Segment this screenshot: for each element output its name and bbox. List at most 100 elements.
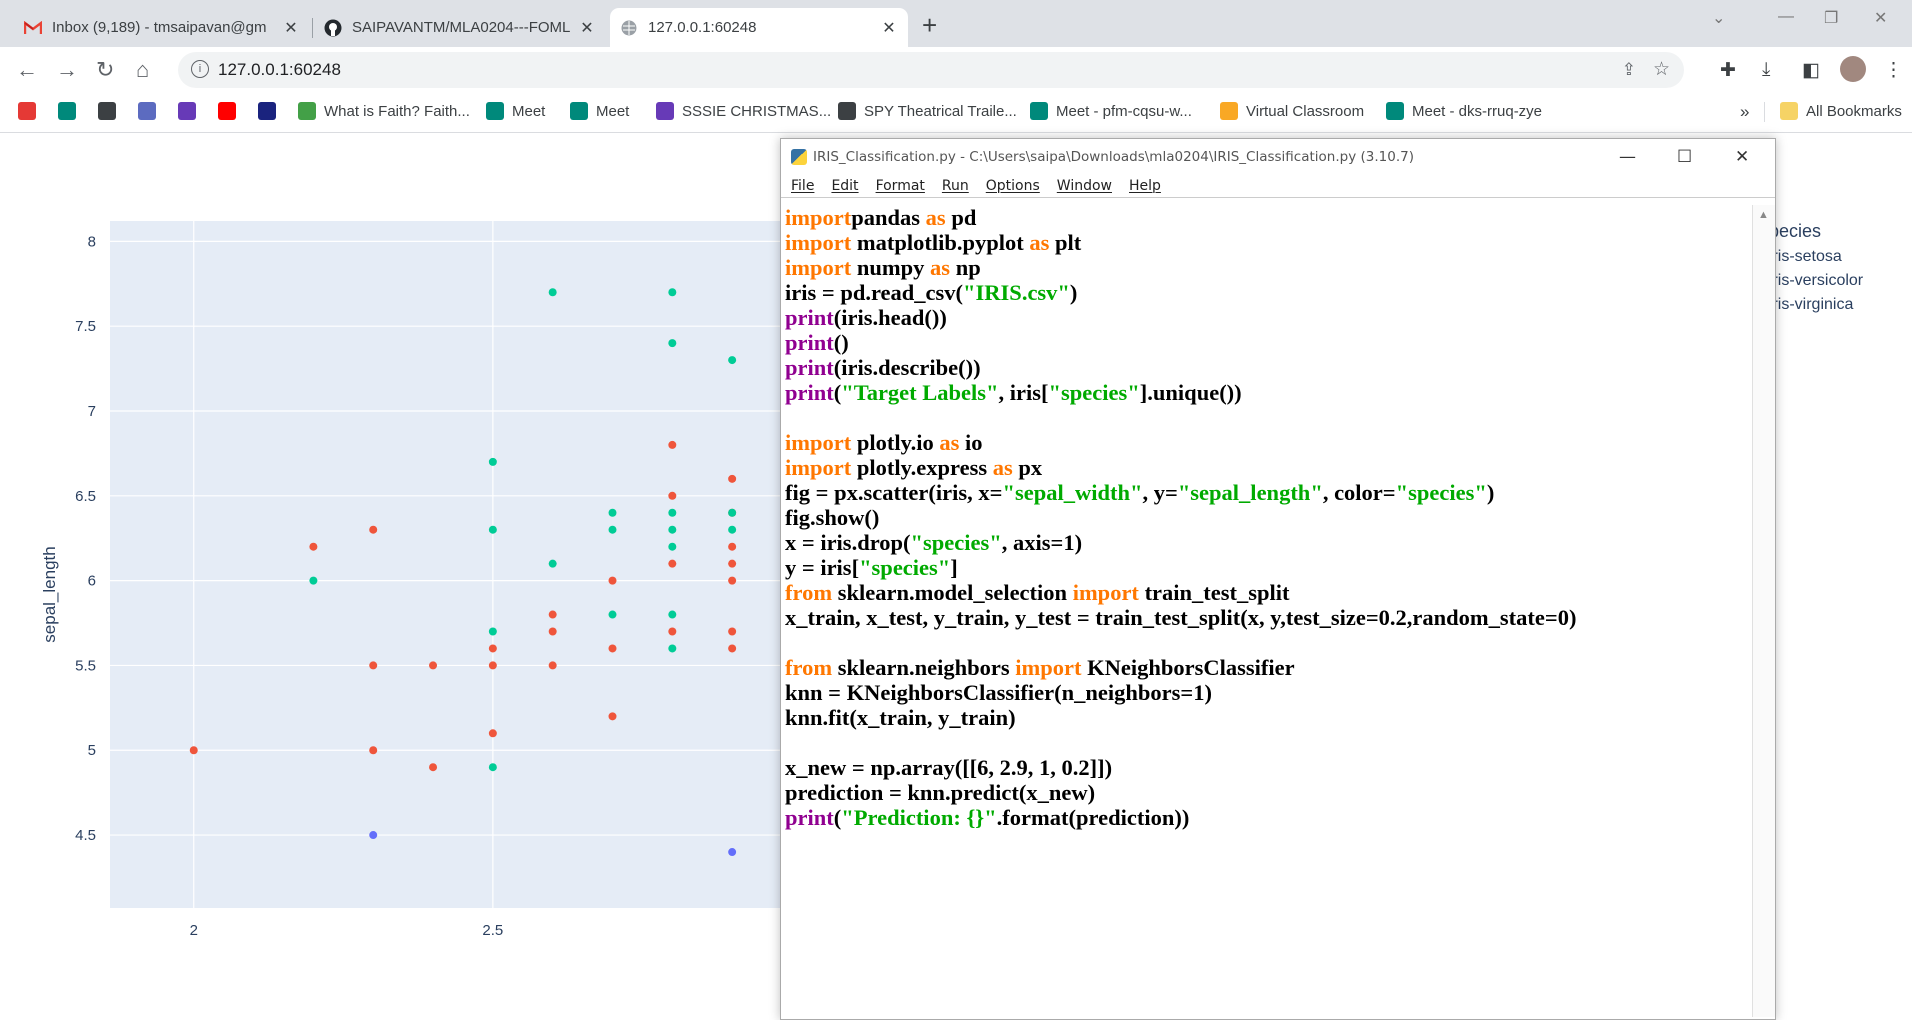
data-point[interactable] [488, 729, 497, 738]
data-point[interactable] [668, 644, 677, 653]
tab-gmail[interactable]: Inbox (9,189) - tmsaipavan@gm ✕ [14, 8, 310, 47]
menu-icon[interactable]: ⋮ [1884, 59, 1903, 82]
close-window-icon[interactable]: ✕ [1874, 8, 1887, 28]
data-point[interactable] [369, 831, 378, 840]
bookmark-item[interactable]: Meet [486, 102, 545, 120]
data-point[interactable] [668, 525, 677, 534]
forward-icon[interactable]: → [56, 57, 78, 83]
legend-item[interactable]: Iris-virginica [1768, 296, 1863, 314]
home-icon[interactable]: ⌂ [136, 57, 149, 83]
menu-help[interactable]: Help [1129, 178, 1161, 194]
menu-options[interactable]: Options [986, 178, 1040, 194]
menu-run[interactable]: Run [942, 178, 969, 194]
data-point[interactable] [608, 712, 617, 721]
vertical-scrollbar[interactable]: ▲ [1752, 205, 1775, 1017]
extensions-icon[interactable]: ✚ [1720, 59, 1736, 82]
data-point[interactable] [548, 627, 557, 636]
more-bookmarks-button[interactable]: » [1740, 102, 1749, 122]
data-point[interactable] [369, 746, 378, 755]
data-point[interactable] [728, 644, 737, 653]
tab-localhost[interactable]: 127.0.0.1:60248 ✕ [610, 8, 908, 47]
data-point[interactable] [309, 542, 318, 551]
data-point[interactable] [488, 644, 497, 653]
data-point[interactable] [668, 491, 677, 500]
tab-github[interactable]: SAIPAVANTM/MLA0204---FOML ✕ [314, 8, 606, 47]
data-point[interactable] [728, 508, 737, 517]
data-point[interactable] [548, 288, 557, 297]
data-point[interactable] [608, 508, 617, 517]
maximize-icon[interactable]: ☐ [1677, 147, 1692, 167]
data-point[interactable] [728, 576, 737, 585]
data-point[interactable] [548, 610, 557, 619]
data-point[interactable] [668, 339, 677, 348]
code-editor[interactable]: importpandas as pd import matplotlib.pypl… [785, 205, 1751, 1013]
restore-icon[interactable]: ❐ [1824, 8, 1838, 28]
star-icon[interactable]: ☆ [1653, 58, 1670, 81]
data-point[interactable] [728, 542, 737, 551]
bookmark-item[interactable] [138, 102, 164, 120]
data-point[interactable] [548, 559, 557, 568]
bookmark-item[interactable] [218, 102, 244, 120]
minimize-icon[interactable]: — [1778, 8, 1794, 26]
data-point[interactable] [548, 661, 557, 670]
data-point[interactable] [668, 627, 677, 636]
back-icon[interactable]: ← [16, 57, 38, 83]
bookmark-item[interactable] [258, 102, 284, 120]
legend-item[interactable]: Iris-setosa [1768, 248, 1863, 266]
minimize-icon[interactable]: — [1619, 147, 1636, 167]
data-point[interactable] [488, 627, 497, 636]
close-icon[interactable]: ✕ [282, 18, 300, 38]
bookmark-item[interactable]: What is Faith? Faith... [298, 102, 470, 120]
data-point[interactable] [728, 627, 737, 636]
data-point[interactable] [429, 763, 438, 772]
legend-item[interactable]: Iris-versicolor [1768, 272, 1863, 290]
close-icon[interactable]: ✕ [880, 18, 898, 38]
data-point[interactable] [488, 763, 497, 772]
data-point[interactable] [668, 440, 677, 449]
all-bookmarks-button[interactable]: All Bookmarks [1780, 102, 1902, 120]
avatar[interactable] [1840, 56, 1866, 82]
data-point[interactable] [728, 525, 737, 534]
bookmark-item[interactable]: Virtual Classroom [1220, 102, 1364, 120]
data-point[interactable] [668, 542, 677, 551]
scroll-up-icon[interactable]: ▲ [1758, 209, 1769, 221]
bookmark-item[interactable]: Meet [570, 102, 629, 120]
menu-file[interactable]: File [791, 178, 814, 194]
data-point[interactable] [728, 559, 737, 568]
bookmark-item[interactable]: SPY Theatrical Traile... [838, 102, 1017, 120]
bookmark-item[interactable]: Meet - dks-rruq-zye [1386, 102, 1542, 120]
data-point[interactable] [488, 525, 497, 534]
bookmark-item[interactable] [18, 102, 44, 120]
data-point[interactable] [429, 661, 438, 670]
data-point[interactable] [668, 508, 677, 517]
bookmark-item[interactable]: SSSIE CHRISTMAS... [656, 102, 831, 120]
data-point[interactable] [728, 848, 737, 857]
side-panel-icon[interactable]: ◧ [1802, 59, 1820, 82]
reload-icon[interactable]: ↻ [96, 57, 114, 83]
menu-format[interactable]: Format [876, 178, 925, 194]
new-tab-button[interactable]: + [922, 10, 937, 41]
data-point[interactable] [488, 661, 497, 670]
address-bar[interactable]: i 127.0.0.1:60248 ⇪ ☆ [178, 52, 1684, 88]
data-point[interactable] [668, 559, 677, 568]
data-point[interactable] [369, 661, 378, 670]
url-text[interactable]: 127.0.0.1:60248 [218, 60, 341, 80]
data-point[interactable] [608, 576, 617, 585]
data-point[interactable] [608, 644, 617, 653]
data-point[interactable] [488, 457, 497, 466]
bookmark-item[interactable] [98, 102, 124, 120]
site-info-icon[interactable]: i [191, 60, 209, 78]
bookmark-item[interactable]: Meet - pfm-cqsu-w... [1030, 102, 1192, 120]
data-point[interactable] [189, 746, 198, 755]
close-window-icon[interactable]: ✕ [1735, 147, 1749, 167]
data-point[interactable] [668, 288, 677, 297]
menu-edit[interactable]: Edit [831, 178, 858, 194]
data-point[interactable] [728, 474, 737, 483]
data-point[interactable] [369, 525, 378, 534]
bookmark-item[interactable] [58, 102, 84, 120]
data-point[interactable] [608, 610, 617, 619]
data-point[interactable] [668, 610, 677, 619]
close-icon[interactable]: ✕ [578, 18, 596, 38]
data-point[interactable] [728, 356, 737, 365]
data-point[interactable] [608, 525, 617, 534]
